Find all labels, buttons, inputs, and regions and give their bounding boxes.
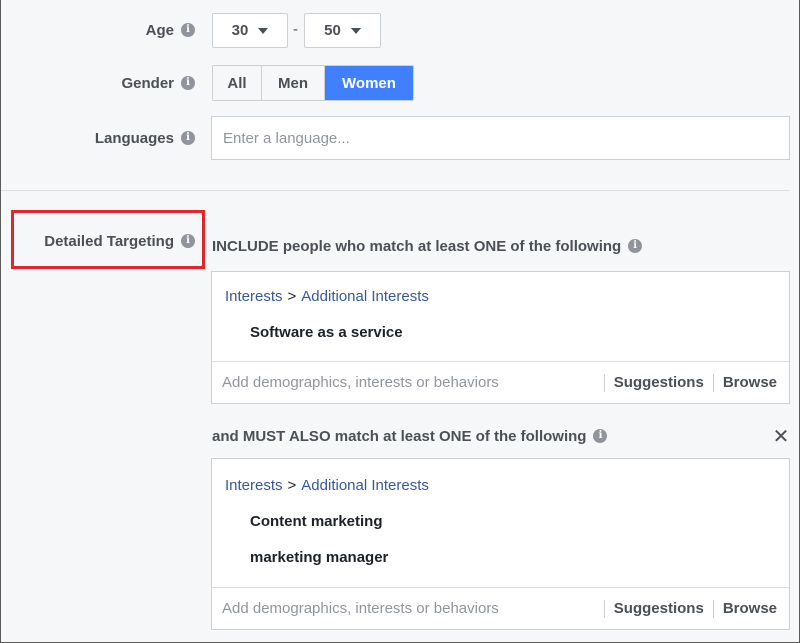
section-divider	[0, 190, 790, 191]
info-icon[interactable]: i	[181, 131, 195, 145]
box-footer: Add demographics, interests or behaviors…	[212, 587, 789, 629]
languages-label-text: Languages	[94, 129, 174, 147]
language-input-placeholder: Enter a language...	[223, 129, 350, 147]
crumb-separator: >	[287, 288, 297, 305]
chevron-down-icon	[258, 27, 269, 34]
box-footer: Add demographics, interests or behaviors…	[212, 361, 789, 403]
language-input[interactable]: Enter a language...	[211, 116, 790, 160]
narrow-heading: and MUST ALSO match at least ONE of the …	[212, 425, 608, 447]
gender-option-all[interactable]: All	[213, 66, 262, 100]
narrow-heading-text: and MUST ALSO match at least ONE of the …	[212, 427, 587, 445]
info-icon[interactable]: i	[181, 23, 195, 37]
browse-button[interactable]: Browse	[712, 599, 789, 618]
narrow-targeting-box: Interests > Additional Interests Content m…	[211, 458, 790, 630]
close-icon[interactable]: ✕	[772, 427, 790, 447]
gender-option-women[interactable]: Women	[325, 66, 413, 100]
info-icon[interactable]: i	[181, 76, 195, 90]
age-max-select[interactable]: 50	[304, 13, 381, 48]
detailed-targeting-label-text: Detailed Targeting	[44, 232, 174, 250]
add-targeting-input[interactable]: Add demographics, interests or behaviors	[212, 374, 604, 391]
age-min-value: 30	[231, 22, 249, 39]
crumb-additional-interests[interactable]: Additional Interests	[301, 477, 429, 494]
include-heading-text: INCLUDE people who match at least ONE of…	[212, 237, 622, 255]
info-icon[interactable]: i	[628, 239, 643, 253]
crumb-additional-interests[interactable]: Additional Interests	[301, 288, 429, 305]
add-targeting-input[interactable]: Add demographics, interests or behaviors	[212, 600, 604, 617]
gender-option-men[interactable]: Men	[262, 66, 325, 100]
gender-selector: All Men Women	[212, 65, 414, 101]
targeting-item[interactable]: Content marketing	[250, 513, 383, 530]
detailed-targeting-label: Detailed Targeting i	[20, 229, 195, 253]
crumb-interests[interactable]: Interests	[225, 477, 283, 494]
age-label-text: Age	[145, 21, 174, 39]
targeting-item[interactable]: Software as a service	[250, 324, 403, 341]
include-heading: INCLUDE people who match at least ONE of…	[212, 235, 643, 257]
age-max-value: 50	[324, 22, 341, 39]
suggestions-button[interactable]: Suggestions	[603, 599, 713, 618]
include-targeting-box: Interests > Additional Interests Software …	[211, 271, 790, 404]
crumb-separator: >	[287, 477, 297, 494]
age-separator: -	[293, 21, 298, 38]
chevron-down-icon	[350, 27, 361, 34]
suggestions-button[interactable]: Suggestions	[603, 373, 713, 392]
breadcrumb: Interests > Additional Interests	[225, 477, 429, 494]
age-min-select[interactable]: 30	[212, 13, 288, 48]
gender-label-text: Gender	[121, 74, 174, 92]
browse-button[interactable]: Browse	[712, 373, 789, 392]
crumb-interests[interactable]: Interests	[225, 288, 283, 305]
breadcrumb: Interests > Additional Interests	[225, 288, 429, 305]
languages-label: Languages i	[40, 126, 195, 150]
gender-label: Gender i	[40, 71, 195, 95]
targeting-item[interactable]: marketing manager	[250, 549, 388, 566]
info-icon[interactable]: i	[593, 429, 608, 443]
age-label: Age i	[40, 18, 195, 42]
info-icon[interactable]: i	[181, 234, 195, 248]
